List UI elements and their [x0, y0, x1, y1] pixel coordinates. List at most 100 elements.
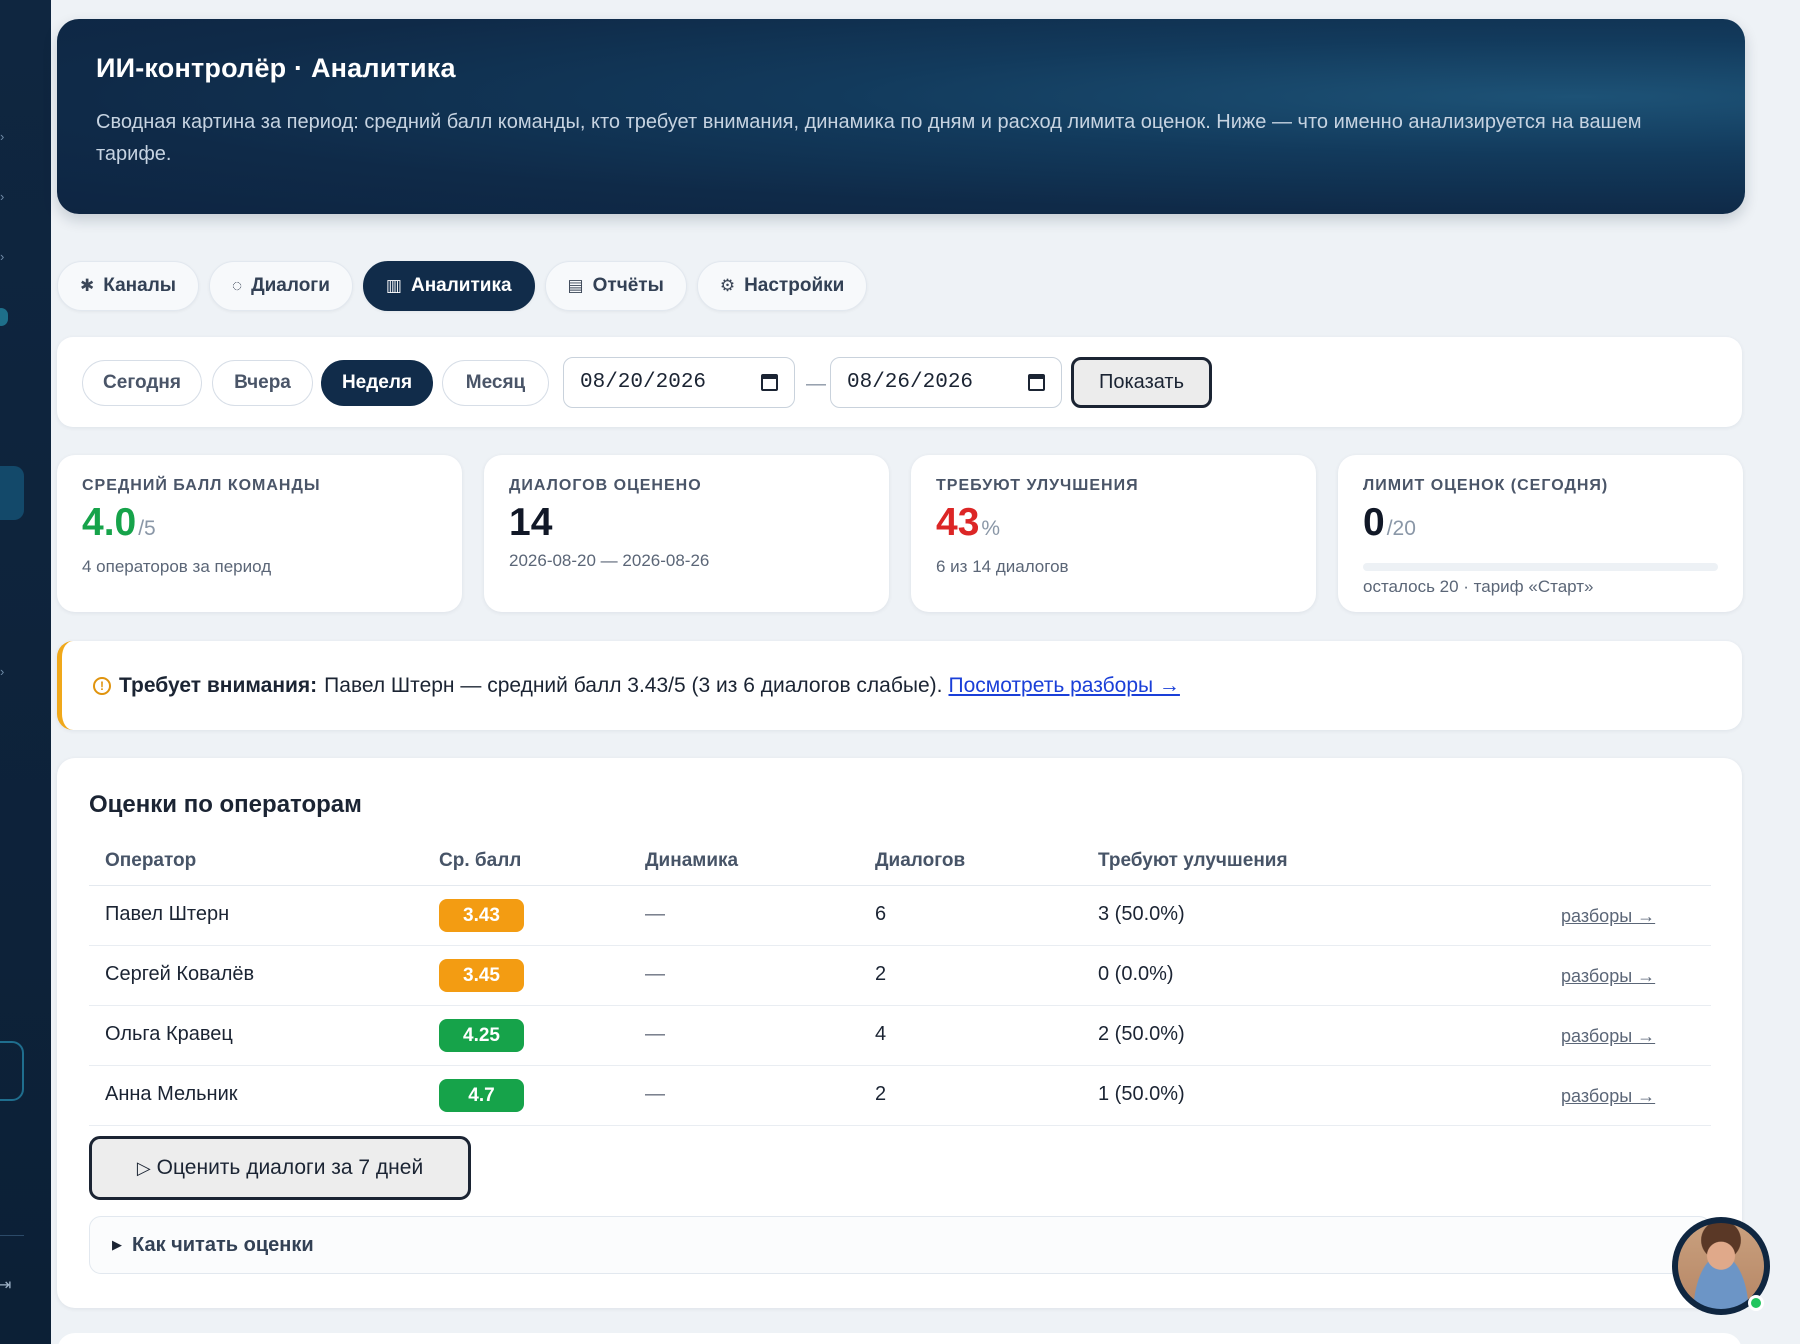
chevron-right-icon[interactable]: › — [0, 130, 10, 143]
details-label: Как читать оценки — [132, 1233, 314, 1256]
period-yesterday-button[interactable]: Вчера — [212, 360, 313, 406]
score-badge: 4.7 — [439, 1079, 524, 1112]
table-row: Ольга Кравец 4.25 — 4 2 (50.0%) разборы … — [89, 1006, 1711, 1066]
score-badge: 4.25 — [439, 1019, 524, 1052]
limit-progress-bar — [1363, 563, 1718, 571]
kpi-note: 6 из 14 диалогов — [936, 557, 1069, 576]
online-status-indicator — [1748, 1295, 1764, 1311]
operator-name: Павел Штерн — [105, 903, 230, 925]
calendar-icon[interactable] — [1028, 374, 1045, 391]
show-button[interactable]: Показать — [1071, 357, 1212, 408]
table-row: Павел Штерн 3.43 — 6 3 (50.0%) разборы → — [89, 886, 1711, 946]
column-header-score[interactable]: Ср. балл — [439, 850, 521, 872]
sidebar-indicator — [0, 308, 8, 326]
warning-icon: ! — [93, 676, 111, 695]
reviews-link[interactable]: разборы → — [1561, 906, 1655, 927]
dialogs-count: 2 — [875, 963, 887, 985]
view-reviews-link[interactable]: Посмотреть разборы → — [949, 674, 1180, 698]
improve-count: 2 (50.0%) — [1098, 1023, 1185, 1045]
button-label: Оценить диалоги за 7 дней — [156, 1156, 424, 1179]
tab-channels[interactable]: ✱ Каналы — [57, 261, 199, 311]
kpi-card-improve: ТРЕБУЮТ УЛУЧШЕНИЯ 43% 6 из 14 диалогов — [911, 455, 1316, 612]
kpi-label: СРЕДНИЙ БАЛЛ КОМАНДЫ — [82, 477, 321, 494]
date-separator: — — [806, 373, 826, 395]
operator-name: Анна Мельник — [105, 1083, 238, 1105]
page-header: ИИ-контролёр · Аналитика Сводная картина… — [57, 19, 1745, 214]
sidebar-divider — [0, 1235, 24, 1236]
date-from-input[interactable]: 08/20/2026 — [563, 357, 795, 408]
disclosure-triangle-icon: ▶ — [112, 1237, 122, 1252]
trend-value: — — [645, 1083, 665, 1105]
dialogs-count: 4 — [875, 1023, 887, 1045]
kpi-number: 4.0 — [82, 501, 137, 544]
chevron-right-icon[interactable]: › — [0, 665, 10, 678]
how-to-read-details[interactable]: ▶ Как читать оценки — [89, 1216, 1711, 1274]
kpi-label: ЛИМИТ ОЦЕНОК (СЕГОДНЯ) — [1363, 477, 1609, 494]
kpi-suffix: /20 — [1386, 517, 1416, 540]
date-to-value: 08/26/2026 — [847, 371, 974, 394]
tab-label: Отчёты — [592, 275, 664, 296]
kpi-value: 4.0/5 — [82, 501, 437, 551]
kpi-label: ТРЕБУЮТ УЛУЧШЕНИЯ — [936, 477, 1139, 494]
column-header-operator[interactable]: Оператор — [105, 850, 196, 872]
kpi-number: 43 — [936, 501, 980, 544]
kpi-note: 4 операторов за период — [82, 557, 272, 576]
kpi-suffix: /5 — [138, 517, 156, 540]
assistant-avatar[interactable] — [1672, 1217, 1770, 1315]
operators-panel: Оценки по операторам Оператор Ср. балл Д… — [57, 758, 1742, 1308]
date-to-input[interactable]: 08/26/2026 — [830, 357, 1062, 408]
evaluate-dialogs-button[interactable]: ▷ Оценить диалоги за 7 дней — [89, 1136, 471, 1200]
calendar-icon[interactable] — [761, 374, 778, 391]
table-row: Анна Мельник 4.7 — 2 1 (50.0%) разборы → — [89, 1066, 1711, 1126]
reviews-link[interactable]: разборы → — [1561, 1086, 1655, 1107]
sidebar-item-active[interactable] — [0, 466, 24, 520]
tab-bar: ✱ Каналы ◌ Диалоги ▥ Аналитика ▤ Отчёты … — [57, 261, 868, 311]
tab-analytics[interactable]: ▥ Аналитика — [362, 261, 535, 311]
chat-icon: ◌ — [231, 276, 243, 295]
logout-icon[interactable]: ⇥ — [0, 1275, 11, 1295]
page-title: ИИ-контролёр · Аналитика — [96, 53, 456, 83]
operator-name: Сергей Ковалёв — [105, 963, 255, 985]
period-filter: Сегодня Вчера Неделя Месяц 08/20/2026 — … — [57, 337, 1742, 427]
trend-value: — — [645, 963, 665, 985]
bar-chart-icon: ▥ — [385, 276, 402, 295]
reviews-link[interactable]: разборы → — [1561, 1026, 1655, 1047]
chevron-right-icon[interactable]: › — [0, 190, 10, 203]
column-header-trend[interactable]: Динамика — [645, 850, 738, 872]
kpi-note: 2026-08-20 — 2026-08-26 — [509, 551, 710, 570]
kpi-suffix: % — [981, 517, 1001, 540]
tab-settings[interactable]: ⚙ Настройки — [696, 261, 868, 311]
operator-name: Ольга Кравец — [105, 1023, 233, 1045]
play-icon: ▷ — [136, 1157, 151, 1178]
tab-label: Аналитика — [410, 275, 512, 296]
document-icon: ▤ — [567, 276, 584, 295]
kpi-card-limit: ЛИМИТ ОЦЕНОК (СЕГОДНЯ) 0/20 осталось 20 … — [1338, 455, 1743, 612]
period-today-button[interactable]: Сегодня — [82, 360, 202, 406]
reviews-link[interactable]: разборы → — [1561, 966, 1655, 987]
sidebar: › › › › ⇥ — [0, 0, 51, 1344]
column-header-improve[interactable]: Требуют улучшения — [1098, 850, 1288, 872]
trend-value: — — [645, 903, 665, 925]
alert-title: Требует внимания: — [119, 673, 318, 697]
table-header: Оператор Ср. балл Динамика Диалогов Треб… — [89, 840, 1711, 886]
improve-count: 3 (50.0%) — [1098, 903, 1185, 925]
kpi-number: 0 — [1363, 501, 1385, 544]
kpi-value: 14 — [509, 501, 553, 544]
tab-dialogs[interactable]: ◌ Диалоги — [208, 261, 353, 311]
tab-label: Диалоги — [251, 275, 330, 296]
tab-reports[interactable]: ▤ Отчёты — [544, 261, 687, 311]
score-badge: 3.43 — [439, 899, 524, 932]
dialogs-count: 6 — [875, 903, 887, 925]
dialogs-count: 2 — [875, 1083, 887, 1105]
sidebar-item-outlined[interactable] — [0, 1041, 24, 1101]
period-week-button[interactable]: Неделя — [321, 360, 433, 406]
tab-label: Каналы — [103, 275, 176, 296]
column-header-dialogs[interactable]: Диалогов — [875, 850, 965, 872]
period-month-button[interactable]: Месяц — [442, 360, 549, 406]
tab-label: Настройки — [744, 275, 845, 296]
satellite-icon: ✱ — [80, 276, 95, 295]
kpi-value: 0/20 — [1363, 501, 1718, 551]
chevron-right-icon[interactable]: › — [0, 250, 10, 263]
attention-alert: ! Требует внимания: Павел Штерн — средни… — [57, 641, 1742, 730]
date-from-value: 08/20/2026 — [580, 371, 707, 394]
